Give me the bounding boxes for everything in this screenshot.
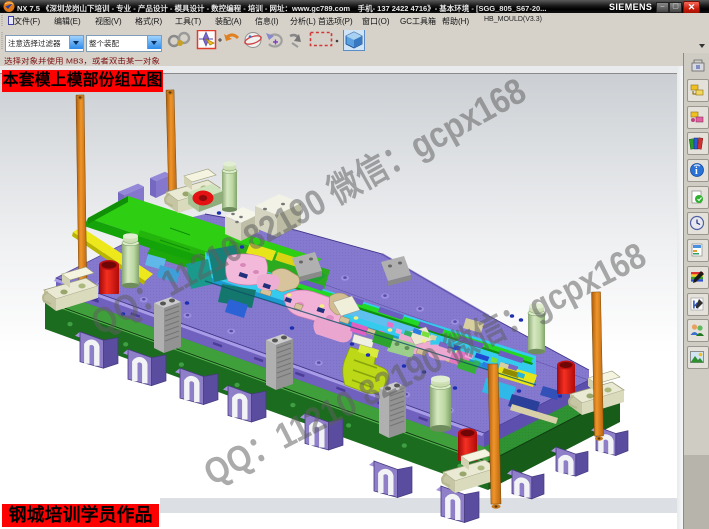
svg-text:i: i bbox=[695, 166, 698, 177]
